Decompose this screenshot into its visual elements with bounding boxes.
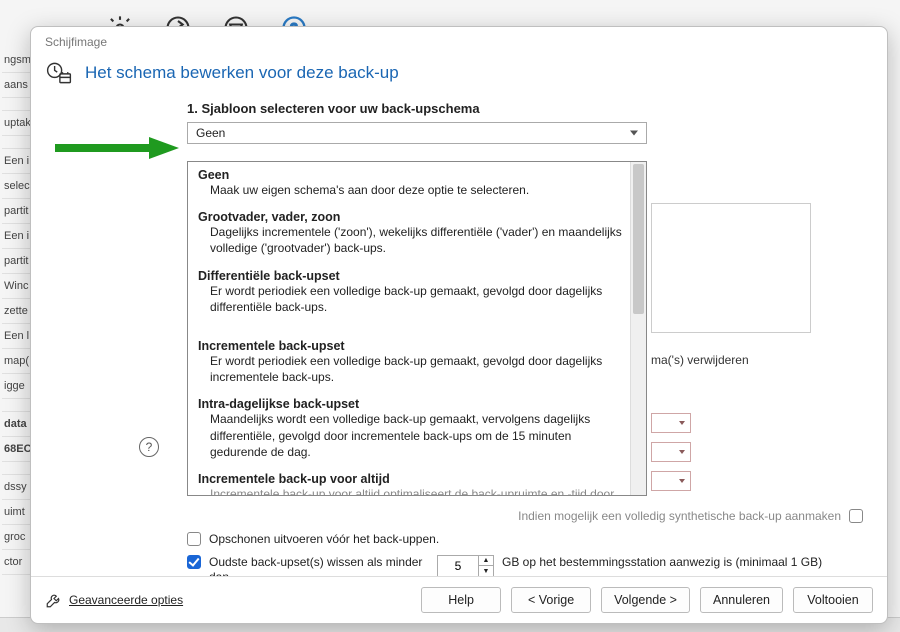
bg-nav-fragment: Een i bbox=[2, 224, 30, 249]
dialog-footer: Geavanceerde opties Help < Vorige Volgen… bbox=[31, 576, 887, 623]
schedule-preview-box bbox=[651, 203, 811, 333]
advanced-options-link[interactable]: Geavanceerde opties bbox=[45, 591, 183, 609]
bg-nav-fragment: ngsm bbox=[2, 48, 30, 73]
bg-nav-fragment bbox=[2, 399, 30, 412]
template-option[interactable]: Differentiële back-upsetEr wordt periodi… bbox=[198, 269, 624, 315]
template-option-title: Incrementele back-upset bbox=[198, 339, 624, 353]
delete-schemas-label-fragment: ma('s) verwijderen bbox=[651, 353, 749, 367]
template-option-desc: Maak uw eigen schema's aan door deze opt… bbox=[198, 182, 624, 198]
bg-nav-fragment: partit bbox=[2, 199, 30, 224]
template-option-title: Geen bbox=[198, 168, 624, 182]
bg-nav-fragment: dssy bbox=[2, 475, 30, 500]
help-button[interactable]: Help bbox=[421, 587, 501, 613]
step-heading: 1. Sjabloon selecteren voor uw back-upsc… bbox=[187, 101, 867, 116]
wrench-icon bbox=[45, 591, 63, 609]
template-option-title: Intra-dagelijkse back-upset bbox=[198, 397, 624, 411]
template-option[interactable]: GeenMaak uw eigen schema's aan door deze… bbox=[198, 168, 624, 198]
bg-nav-fragment: 68EC bbox=[2, 437, 30, 462]
template-option-desc: Maandelijks wordt een volledige back-up … bbox=[198, 411, 624, 460]
dialog-header: Het schema bewerken voor deze back-up bbox=[31, 53, 887, 95]
bg-nav-fragment: zette bbox=[2, 299, 30, 324]
dropdown-scrollbar[interactable] bbox=[630, 162, 646, 495]
dialog-title: Schijfimage bbox=[31, 27, 887, 53]
template-dropdown-panel: GeenMaak uw eigen schema's aan door deze… bbox=[187, 161, 647, 496]
retention-selects bbox=[651, 413, 691, 491]
retention-select-3[interactable] bbox=[651, 471, 691, 491]
gb-input[interactable] bbox=[438, 556, 478, 576]
dialog-heading: Het schema bewerken voor deze back-up bbox=[85, 63, 399, 83]
bg-nav-fragment: Een i bbox=[2, 149, 30, 174]
attention-arrow bbox=[53, 135, 183, 161]
template-option-desc: Er wordt periodiek een volledige back-up… bbox=[198, 283, 624, 315]
cleanup-row: Opschonen uitvoeren vóór het back-uppen. bbox=[187, 532, 867, 546]
lower-options: Indien mogelijk een volledig synthetisch… bbox=[187, 509, 867, 576]
bg-nav-fragment bbox=[2, 136, 30, 149]
bg-nav-fragment: aans bbox=[2, 73, 30, 98]
template-option-title: Differentiële back-upset bbox=[198, 269, 624, 283]
help-icon[interactable]: ? bbox=[139, 437, 159, 457]
next-button[interactable]: Volgende > bbox=[601, 587, 690, 613]
gb-spinner-up[interactable]: ▲ bbox=[479, 556, 493, 566]
bg-side-list: ngsmaansuptakEen iselecpartitEen ipartit… bbox=[2, 48, 30, 575]
bg-nav-fragment: selec bbox=[2, 174, 30, 199]
template-option-title: Incrementele back-up voor altijd bbox=[198, 472, 624, 486]
advanced-options-label[interactable]: Geavanceerde opties bbox=[69, 593, 183, 607]
template-option[interactable]: Incrementele back-upsetEr wordt periodie… bbox=[198, 339, 624, 385]
gb-spinner[interactable]: ▲ ▼ bbox=[437, 555, 494, 576]
template-option-list: GeenMaak uw eigen schema's aan door deze… bbox=[188, 162, 630, 495]
gb-spinner-down[interactable]: ▼ bbox=[479, 566, 493, 576]
delete-oldest-label: Oudste back-upset(s) wissen als minder d… bbox=[209, 555, 429, 576]
bg-nav-fragment: uimt bbox=[2, 500, 30, 525]
bg-nav-fragment: uptak bbox=[2, 111, 30, 136]
cancel-button[interactable]: Annuleren bbox=[700, 587, 783, 613]
template-dropdown[interactable]: Geen bbox=[187, 122, 647, 144]
retention-select-1[interactable] bbox=[651, 413, 691, 433]
delete-oldest-checkbox[interactable] bbox=[187, 555, 201, 569]
bg-nav-fragment: data bbox=[2, 412, 30, 437]
schedule-icon bbox=[45, 59, 73, 87]
cleanup-checkbox[interactable] bbox=[187, 532, 201, 546]
template-option[interactable]: Intra-dagelijkse back-upsetMaandelijks w… bbox=[198, 397, 624, 460]
template-dropdown-value: Geen bbox=[196, 126, 225, 140]
synthetic-row: Indien mogelijk een volledig synthetisch… bbox=[187, 509, 867, 523]
bg-nav-fragment: partit bbox=[2, 249, 30, 274]
dialog-body: 1. Sjabloon selecteren voor uw back-upsc… bbox=[31, 95, 887, 576]
template-option[interactable]: Grootvader, vader, zoonDagelijks increme… bbox=[198, 210, 624, 256]
synthetic-label: Indien mogelijk een volledig synthetisch… bbox=[518, 509, 841, 523]
bg-nav-fragment: groc bbox=[2, 525, 30, 550]
synthetic-checkbox[interactable] bbox=[849, 509, 863, 523]
previous-button[interactable]: < Vorige bbox=[511, 587, 591, 613]
gb-trail-label: GB op het bestemmingsstation aanwezig is… bbox=[502, 555, 822, 569]
bg-nav-fragment bbox=[2, 462, 30, 475]
template-option-desc: Er wordt periodiek een volledige back-up… bbox=[198, 353, 624, 385]
cleanup-label: Opschonen uitvoeren vóór het back-uppen. bbox=[209, 532, 439, 546]
retention-select-2[interactable] bbox=[651, 442, 691, 462]
delete-oldest-row: Oudste back-upset(s) wissen als minder d… bbox=[187, 555, 867, 576]
template-option-desc: Incrementele back-up voor altijd optimal… bbox=[198, 486, 624, 495]
bg-nav-fragment: igge bbox=[2, 374, 30, 399]
bg-nav-fragment: ctor bbox=[2, 550, 30, 575]
scrollbar-thumb[interactable] bbox=[633, 164, 644, 314]
template-option[interactable]: Incrementele back-up voor altijdIncremen… bbox=[198, 472, 624, 495]
bg-nav-fragment: Winc bbox=[2, 274, 30, 299]
finish-button[interactable]: Voltooien bbox=[793, 587, 873, 613]
bg-nav-fragment bbox=[2, 98, 30, 111]
template-option-desc: Dagelijks incrementele ('zoon'), wekelij… bbox=[198, 224, 624, 256]
schedule-dialog: Schijfimage Het schema bewerken voor dez… bbox=[30, 26, 888, 624]
bg-nav-fragment: Een l bbox=[2, 324, 30, 349]
template-option-title: Grootvader, vader, zoon bbox=[198, 210, 624, 224]
bg-nav-fragment: map( bbox=[2, 349, 30, 374]
